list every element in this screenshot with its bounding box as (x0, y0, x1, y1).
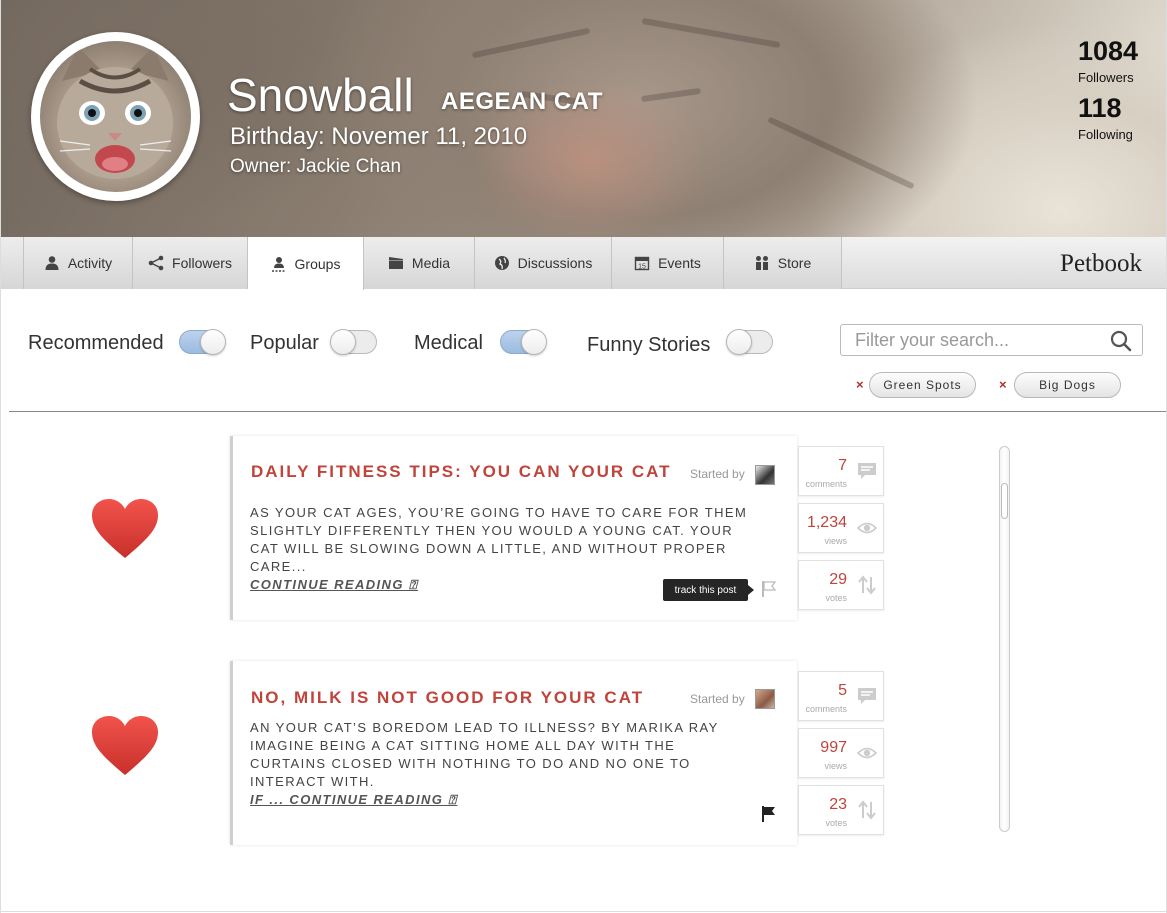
views-stat[interactable]: 997 views (798, 728, 884, 778)
filter-funny-stories-label: Funny Stories (587, 334, 711, 356)
following-label: Following (1078, 127, 1133, 142)
comments-stat[interactable]: 7 comments (798, 446, 884, 496)
tab-events[interactable]: 15 Events (612, 237, 724, 289)
votes-count: 29 (829, 571, 847, 588)
scrollbar-thumb[interactable] (1001, 483, 1008, 519)
post-card[interactable]: DAILY FITNESS TIPS: YOU CAN YOUR CAT Sta… (230, 436, 797, 620)
filter-funny-stories-toggle[interactable] (726, 329, 773, 355)
started-by-label: Started by (690, 467, 745, 481)
profile-avatar[interactable] (31, 32, 200, 201)
profile-nav: Activity Followers Groups Media Discussi… (1, 237, 1166, 290)
chip-green-spots[interactable]: Green Spots (869, 372, 976, 398)
pet-breed: AEGEAN CAT (441, 88, 603, 115)
chip-big-dogs[interactable]: Big Dogs (1014, 372, 1121, 398)
post-excerpt: AN YOUR CAT’S BOREDOM LEAD TO ILLNESS? B… (250, 720, 719, 807)
author-avatar[interactable] (755, 689, 775, 709)
tab-label: Store (777, 255, 812, 271)
comment-icon (858, 463, 876, 479)
votes-label: votes (825, 593, 847, 603)
vertical-scrollbar[interactable] (999, 446, 1010, 832)
pet-birthday: Birthday: Novemer 11, 2010 (230, 123, 528, 150)
views-stat[interactable]: 1,234 views (798, 503, 884, 553)
views-count: 997 (820, 739, 847, 756)
followers-count[interactable]: 1084 (1078, 36, 1138, 67)
tab-label: Discussions (517, 255, 593, 271)
followers-label: Followers (1078, 70, 1134, 85)
tab-groups[interactable]: Groups (248, 237, 364, 290)
continue-reading-link[interactable]: CONTINUE READING ⍰ (250, 577, 418, 592)
post-title[interactable]: NO, MILK IS NOT GOOD FOR YOUR CAT (251, 688, 644, 708)
flag-icon[interactable] (760, 805, 778, 823)
post-card[interactable]: NO, MILK IS NOT GOOD FOR YOUR CAT Starte… (230, 661, 797, 845)
tab-activity[interactable]: Activity (24, 237, 133, 289)
views-count: 1,234 (806, 514, 847, 531)
search-input[interactable] (841, 325, 1101, 355)
filter-popular-label: Popular (250, 332, 319, 354)
tab-label: Groups (294, 255, 341, 272)
eye-icon (857, 747, 877, 759)
author-avatar[interactable] (755, 465, 775, 485)
vote-arrows-icon (858, 800, 876, 820)
divider (9, 411, 1166, 412)
profile-page: Snowball AEGEAN CAT Birthday: Novemer 11… (0, 0, 1167, 913)
heart-icon[interactable] (91, 498, 159, 560)
clapperboard-icon (388, 257, 403, 269)
filter-recommended-label: Recommended (28, 332, 164, 354)
calendar-icon: 15 (634, 256, 650, 271)
share-icon (148, 255, 164, 271)
filter-recommended-toggle[interactable] (179, 329, 226, 355)
filter-popular-toggle[interactable] (330, 329, 377, 355)
filter-medical-label: Medical (414, 332, 483, 354)
bottom-border (1, 911, 1166, 912)
globe-icon (494, 256, 509, 270)
remove-chip-icon[interactable]: × (856, 377, 864, 392)
track-post-tooltip: track this post (663, 579, 754, 601)
comments-count: 7 (838, 457, 847, 474)
comments-stat[interactable]: 5 comments (798, 671, 884, 721)
flag-outline-icon[interactable] (760, 580, 778, 598)
tab-store[interactable]: Store (724, 237, 842, 289)
filter-search (840, 324, 1143, 356)
votes-stat[interactable]: 23 votes (798, 785, 884, 835)
tab-label: Media (411, 255, 451, 271)
tab-label: Activity (67, 255, 113, 271)
tab-label: Events (658, 255, 701, 271)
tab-label: Followers (172, 255, 232, 271)
tab-media[interactable]: Media (364, 237, 475, 289)
post-title[interactable]: DAILY FITNESS TIPS: YOU CAN YOUR CAT (251, 462, 672, 482)
eye-icon (857, 522, 877, 534)
group-icon (271, 256, 286, 272)
remove-chip-icon[interactable]: × (999, 377, 1007, 392)
votes-label: votes (825, 818, 847, 828)
pet-owner: Owner: Jackie Chan (230, 156, 402, 177)
nav-spacer (1, 237, 24, 289)
continue-reading-link[interactable]: IF ... CONTINUE READING ⍰ (250, 792, 457, 807)
comments-label: comments (805, 479, 847, 489)
svg-text:15: 15 (638, 264, 646, 271)
vote-arrows-icon (858, 575, 876, 595)
views-label: views (824, 536, 847, 546)
votes-stat[interactable]: 29 votes (798, 560, 884, 610)
tab-followers[interactable]: Followers (133, 237, 248, 289)
pet-name: Snowball (227, 69, 414, 121)
brand-logo[interactable]: Petbook (1060, 250, 1142, 278)
person-icon (45, 256, 59, 270)
started-by-label: Started by (690, 692, 745, 706)
following-count[interactable]: 118 (1078, 93, 1122, 124)
votes-count: 23 (829, 796, 847, 813)
heart-icon[interactable] (91, 715, 159, 777)
comments-count: 5 (838, 682, 847, 699)
views-label: views (824, 761, 847, 771)
comment-icon (858, 688, 876, 704)
filter-medical-toggle[interactable] (500, 329, 547, 355)
search-icon[interactable] (1110, 330, 1132, 352)
kitten-photo (40, 41, 191, 192)
tab-discussions[interactable]: Discussions (475, 237, 612, 289)
comments-label: comments (805, 704, 847, 714)
people-icon (755, 256, 768, 270)
